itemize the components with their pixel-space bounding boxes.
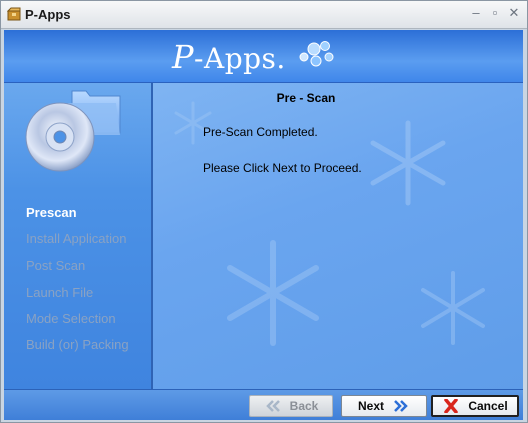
status-message: Pre-Scan Completed. (203, 125, 318, 139)
next-button-label: Next (357, 399, 384, 413)
step-post-scan: Post Scan (26, 258, 86, 273)
step-install-application: Install Application (26, 231, 127, 246)
maximize-icon[interactable]: ▫ (488, 6, 502, 20)
logo-bubbles-icon (299, 41, 334, 67)
wizard-steps-sidebar: Prescan Install Application Post Scan La… (4, 83, 153, 389)
cancel-button[interactable]: Cancel (431, 395, 519, 417)
title-bar[interactable]: P-Apps – ▫ ✕ (1, 1, 527, 29)
back-button-label: Back (289, 399, 319, 413)
step-build-packing: Build (or) Packing (26, 337, 129, 352)
header-banner: P-Apps. (4, 30, 523, 83)
disc-folder-icon (25, 90, 121, 172)
cancel-button-label: Cancel (468, 399, 508, 413)
next-button[interactable]: Next (341, 395, 427, 417)
next-arrows-icon (394, 400, 408, 412)
window-title: P-Apps (25, 7, 71, 22)
button-bar: Back Next Cancel (4, 389, 523, 420)
app-logo: P-Apps. (172, 38, 286, 76)
package-icon (7, 7, 21, 21)
back-button[interactable]: Back (249, 395, 333, 417)
red-x-icon (444, 399, 459, 413)
installer-window: P-Apps – ▫ ✕ P-Apps. Prescan Install App… (0, 0, 528, 423)
minimize-icon[interactable]: – (469, 6, 483, 20)
step-launch-file: Launch File (26, 285, 94, 300)
back-arrows-icon (265, 400, 280, 412)
content-panel: Pre - Scan Pre-Scan Completed. Please Cl… (153, 83, 523, 389)
step-prescan: Prescan (26, 205, 77, 220)
page-title: Pre - Scan (276, 91, 336, 105)
close-icon[interactable]: ✕ (507, 6, 521, 20)
step-mode-selection: Mode Selection (26, 311, 116, 326)
instruction-message: Please Click Next to Proceed. (203, 161, 362, 175)
